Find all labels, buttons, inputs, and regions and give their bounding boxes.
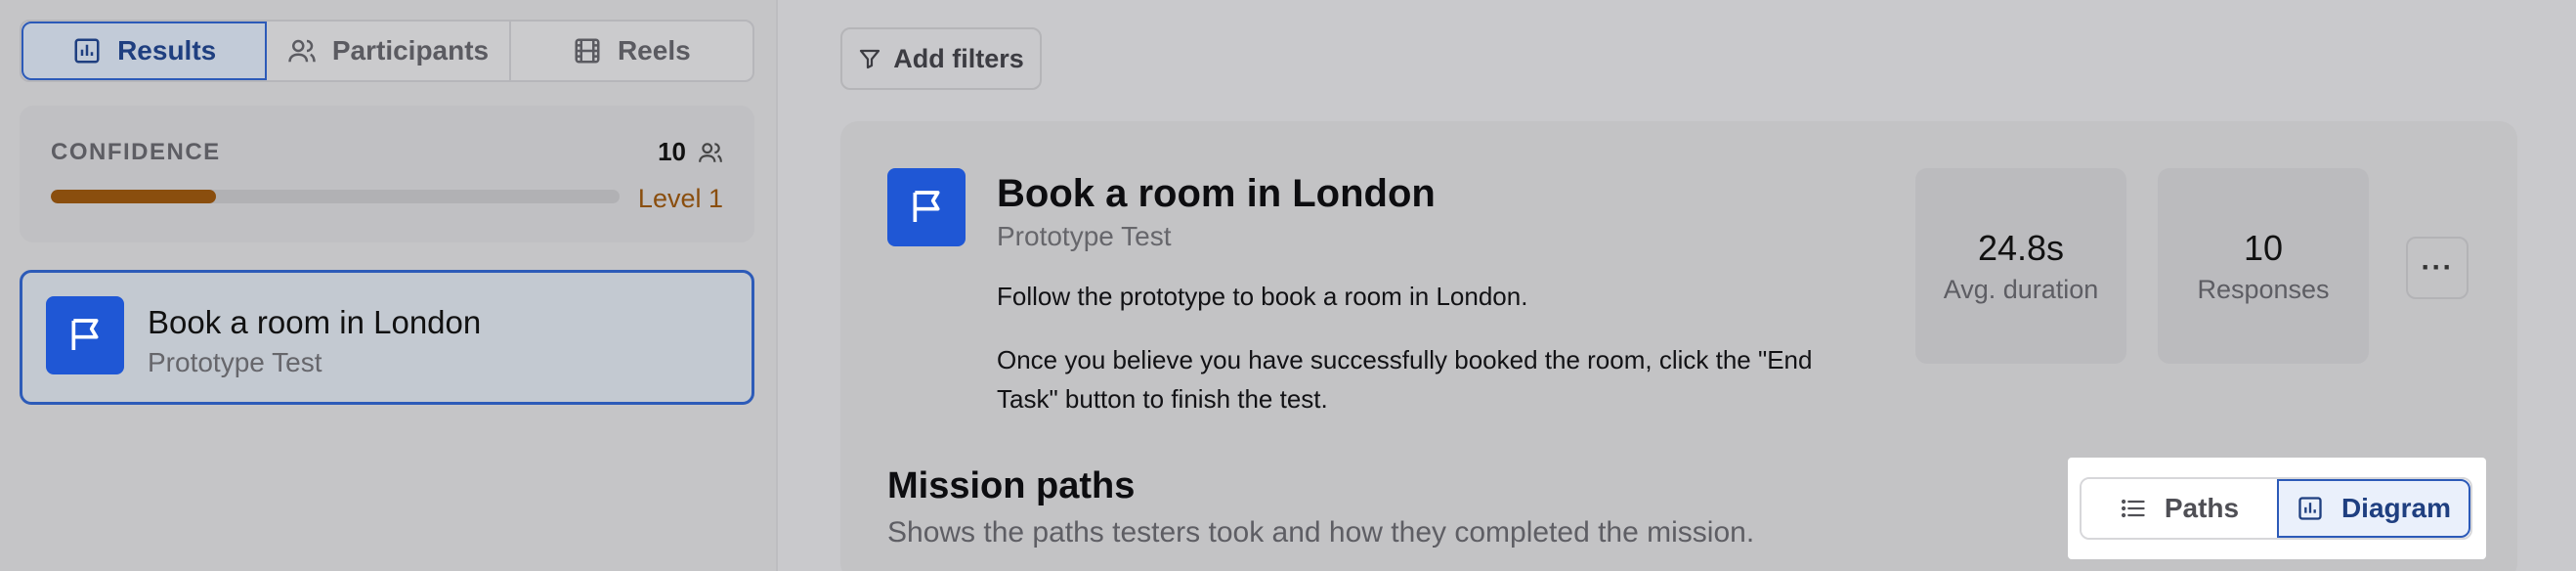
page-title: Book a room in London	[997, 172, 1436, 215]
task-title: Book a room in London	[148, 304, 482, 340]
stat-label: Responses	[2197, 274, 2330, 304]
view-toggle-highlight: Paths Diagram	[2068, 458, 2486, 559]
confidence-level: Level 1	[637, 184, 723, 213]
tab-participants[interactable]: Participants	[267, 22, 511, 80]
more-options-button[interactable]: ···	[2406, 237, 2469, 299]
film-icon	[575, 38, 600, 64]
list-icon	[2121, 499, 2145, 518]
flag-tile	[46, 296, 124, 374]
paths-toggle-button[interactable]: Paths	[2082, 479, 2277, 538]
add-filters-label: Add filters	[893, 43, 1024, 73]
confidence-progress-track	[51, 190, 620, 203]
tab-participants-label: Participants	[331, 35, 490, 66]
task-list-item-selected[interactable]: Book a room in London Prototype Test	[20, 270, 754, 405]
stat-value: 10	[2243, 227, 2284, 268]
task-subtitle: Prototype Test	[148, 347, 322, 377]
confidence-card: CONFIDENCE 10 Level 1	[20, 106, 754, 242]
confidence-label: CONFIDENCE	[51, 139, 221, 165]
participant-count-value: 10	[658, 137, 686, 166]
section-title: Mission paths	[887, 465, 1136, 506]
participant-count: 10	[658, 137, 723, 167]
bar-chart-icon	[2298, 497, 2322, 520]
stat-label: Avg. duration	[1943, 274, 2099, 304]
tab-reels-label: Reels	[617, 35, 691, 66]
section-subtitle: Shows the paths testers took and how the…	[887, 516, 1755, 549]
tab-reels[interactable]: Reels	[511, 22, 752, 80]
diagram-label: Diagram	[2340, 493, 2451, 523]
sidebar: Results Participants Reels CONFIDENCE 10…	[0, 0, 778, 571]
tab-results[interactable]: Results	[21, 22, 268, 80]
task-instructions: Once you believe you have successfully b…	[997, 345, 1813, 414]
stat-avg-duration: 24.8s Avg. duration	[1915, 168, 2126, 364]
users-icon	[699, 142, 722, 162]
users-icon	[288, 39, 316, 63]
stat-responses: 10 Responses	[2158, 168, 2369, 364]
flag-tile	[887, 168, 966, 246]
task-type: Prototype Test	[997, 221, 1172, 251]
more-icon: ···	[2421, 251, 2454, 284]
filter-icon	[860, 49, 880, 69]
results-tabs: Results Participants Reels	[20, 20, 754, 82]
flag-icon	[71, 319, 99, 350]
stat-value: 24.8s	[1977, 227, 2065, 268]
task-description: Follow the prototype to book a room in L…	[997, 282, 1528, 311]
add-filters-button[interactable]: Add filters	[840, 27, 1042, 90]
confidence-progress-fill	[51, 190, 216, 203]
paths-label: Paths	[2164, 493, 2240, 523]
flag-icon	[913, 191, 940, 222]
diagram-toggle-button[interactable]: Diagram	[2276, 479, 2470, 538]
view-toggle: Paths Diagram	[2080, 477, 2472, 540]
bar-chart-icon	[74, 38, 100, 64]
tab-results-label: Results	[117, 35, 217, 66]
